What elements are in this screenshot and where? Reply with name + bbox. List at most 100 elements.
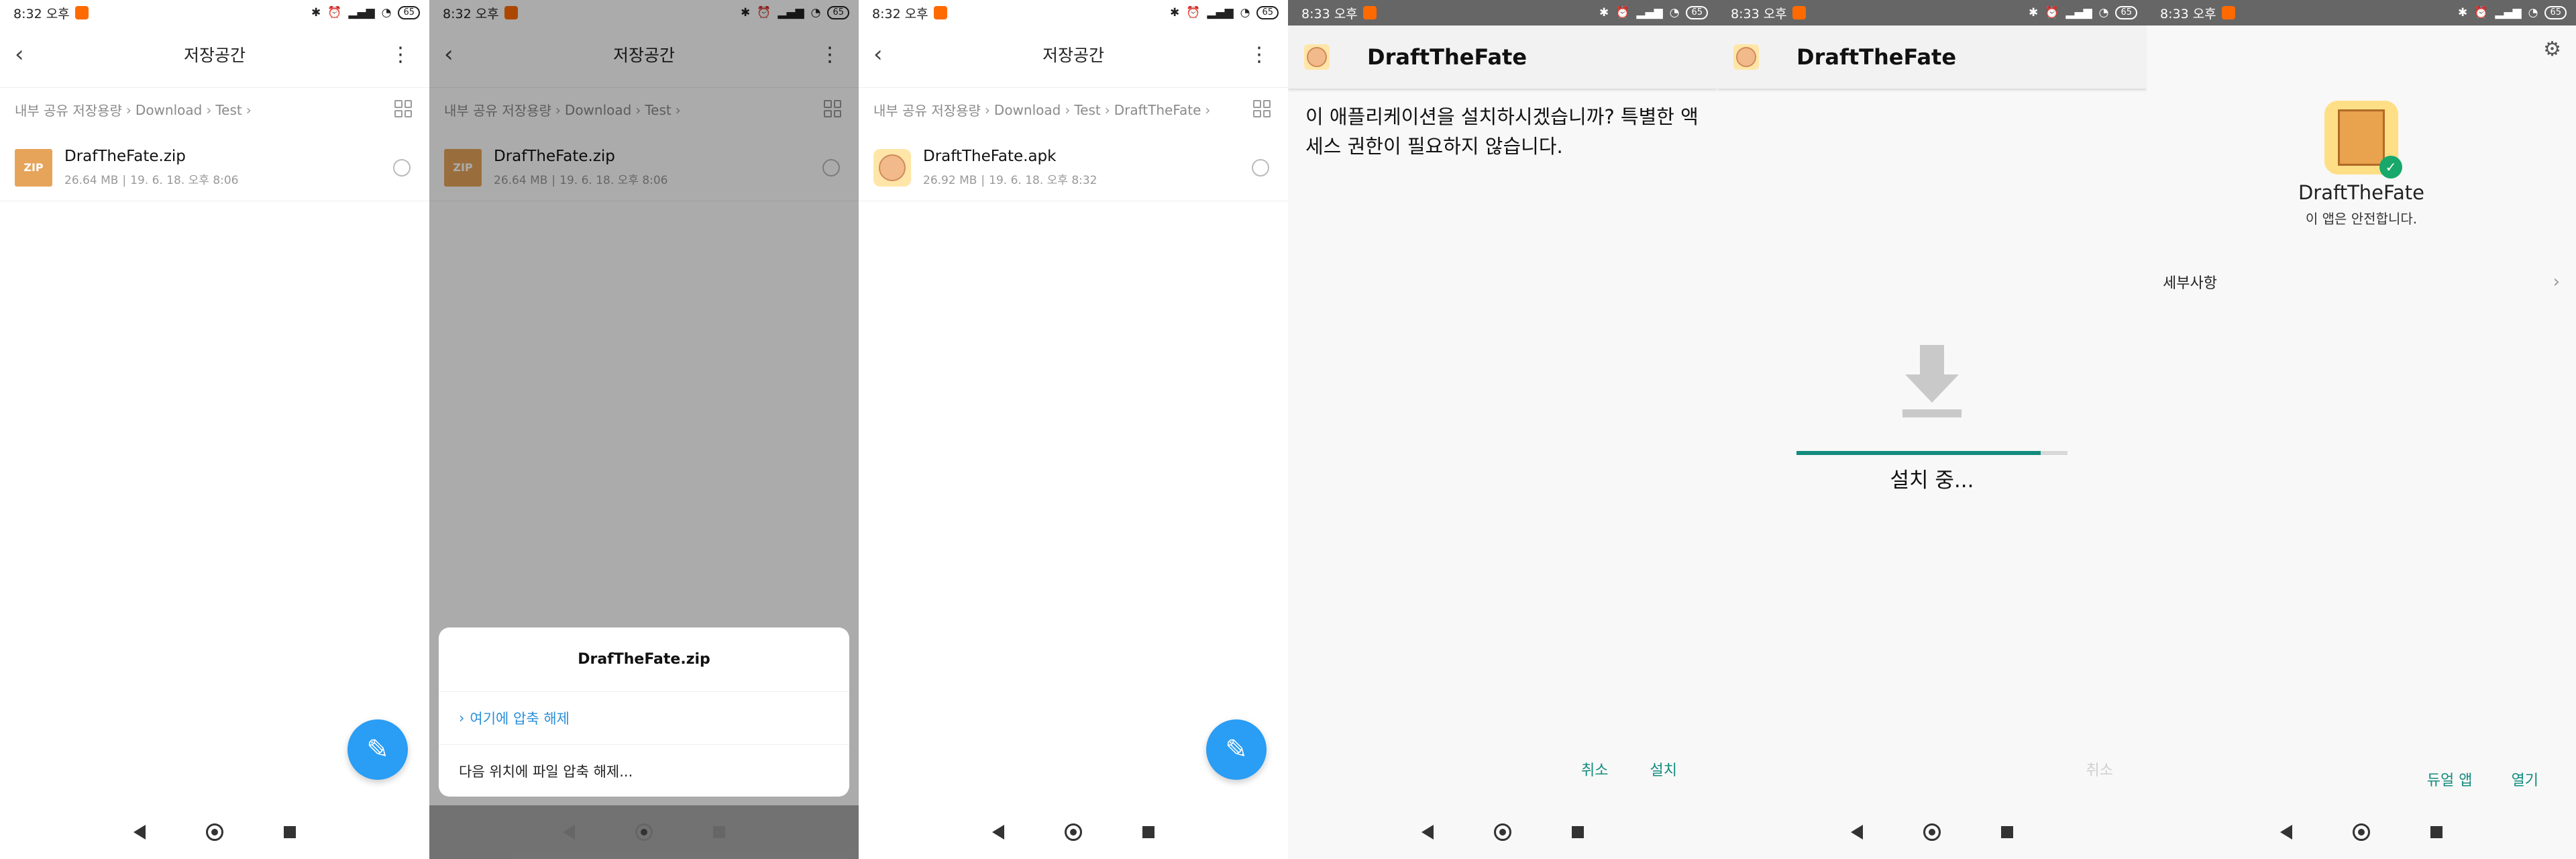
app-icon: ✓ [2324,101,2402,179]
nav-recent-icon[interactable] [2001,826,2013,838]
chevron-right-icon: › [125,101,131,118]
install-button[interactable]: 설치 [1650,758,1677,780]
app-icon [1304,44,1330,70]
app-bar: ‹ 저장공간 ⋮ [859,26,1288,83]
apk-app-icon [873,148,911,187]
nav-recent-icon[interactable] [284,826,296,838]
dual-app-button[interactable]: 듀얼 앱 [2427,768,2473,790]
page-title: 저장공간 [183,46,246,65]
notification-icon [74,6,89,19]
status-icons: ✱ ⏰ ▂▄▆ ◔ 65 [2458,6,2567,19]
breadcrumb-item[interactable]: 내부 공유 저장용량 [15,100,122,119]
back-arrow-icon[interactable]: ‹ [873,41,883,68]
nav-recent-icon[interactable] [2430,826,2443,838]
status-bar: 8:32 오후 ✱ ⏰ ▂▄▆ ◔ 65 [0,0,429,26]
breadcrumb-item[interactable]: Download [994,102,1061,118]
app-title: DraftTheFate [1796,44,1957,70]
file-size: 26.92 MB [923,174,977,187]
file-date: 19. 6. 18. 오후 8:32 [989,174,1097,187]
notification-icon [1362,6,1377,19]
wifi-icon: ◔ [1240,6,1250,19]
extract-here-option[interactable]: › 여기에 압축 해제 [439,692,849,745]
nav-back-icon[interactable] [992,825,1004,840]
select-checkbox[interactable] [1252,158,1269,176]
breadcrumb-item[interactable]: DraftTheFate [1114,102,1201,118]
nav-bar [0,805,429,859]
cancel-button[interactable]: 취소 [2086,758,2113,780]
install-message: 이 애플리케이션을 설치하시겠습니까? 특별한 액세스 권한이 필요하지 않습니… [1305,105,1699,158]
status-time: 8:33 오후 [1731,6,1787,21]
option-label: 여기에 압축 해제 [470,711,570,727]
file-row[interactable]: DraftTheFate.apk 26.92 MB | 19. 6. 18. 오후 … [859,134,1288,201]
file-name: DraftTheFate.apk [923,148,1057,165]
breadcrumb-item[interactable]: Test [1074,102,1100,118]
nav-recent-icon[interactable] [713,826,725,838]
open-button[interactable]: 열기 [2512,768,2538,790]
nav-back-icon[interactable] [1421,825,1434,840]
file-manager-apk-screen: 8:32 오후 ✱ ⏰ ▂▄▆ ◔ 65 ‹ 저장공간 ⋮ 내부 공유 저장용량 › Do… [859,0,1288,859]
chevron-right-icon: › [1205,101,1211,118]
nav-home-icon[interactable] [1065,823,1082,841]
nav-recent-icon[interactable] [1572,826,1584,838]
grid-view-icon[interactable] [394,100,412,117]
page-title: 저장공간 [1042,46,1104,65]
installing-screen: 8:33 오후 ✱ ⏰ ▂▄▆ ◔ 65 DraftTheFate 설치 중... 취소 [1717,0,2147,859]
wifi-icon: ◔ [1669,6,1680,19]
nav-back-icon[interactable] [133,825,146,840]
install-progress-bar [1796,451,2068,455]
app-bar: ‹ 저장공간 ⋮ [0,26,429,83]
status-icons: ✱ ⏰ ▂▄▆ ◔ 65 [1170,6,1279,19]
nav-home-icon[interactable] [635,823,653,841]
cleaner-fab-button[interactable]: ✎ [1206,719,1267,780]
file-manager-extract-screen: 8:32 오후 ✱ ⏰ ▂▄▆ ◔ 65 ‹ 저장공간 ⋮ 내부 공유 저장용량 › Do… [429,0,859,859]
details-row[interactable]: 세부사항 › [2163,268,2560,295]
more-options-icon[interactable]: ⋮ [390,43,411,66]
installer-header: DraftTheFate [1288,26,1717,89]
nav-home-icon[interactable] [1494,823,1511,841]
status-time: 8:32 오후 [13,6,70,21]
nav-bar [1288,805,1717,859]
breadcrumb-item[interactable]: Download [136,102,202,118]
nav-home-icon[interactable] [206,823,223,841]
signal-icon: ▂▄▆ [1636,6,1663,19]
status-icons: ✱ ⏰ ▂▄▆ ◔ 65 [1599,6,1708,19]
more-options-icon[interactable]: ⋮ [1249,43,1269,66]
nav-home-icon[interactable] [1923,823,1941,841]
cancel-button[interactable]: 취소 [1581,758,1608,780]
gear-icon[interactable]: ⚙ [2543,38,2561,61]
file-row[interactable]: ZIP DrafTheFate.zip 26.64 MB | 19. 6. 18. … [0,134,429,201]
nav-back-icon[interactable] [1851,825,1863,840]
install-actions: 취소 [2086,758,2113,780]
nav-back-icon[interactable] [2280,825,2292,840]
select-checkbox[interactable] [393,158,411,176]
installing-status: 설치 중... [1890,468,1974,493]
back-arrow-icon[interactable]: ‹ [15,41,24,68]
zip-file-icon: ZIP [15,148,52,187]
nav-recent-icon[interactable] [1142,826,1155,838]
install-complete-screen: 8:33 오후 ✱ ⏰ ▂▄▆ ◔ 65 ⚙ ✓ DraftTheFate 이 앱은 안… [2147,0,2576,859]
installer-header: DraftTheFate [1717,26,2147,89]
file-name: DrafTheFate.zip [64,148,186,165]
chevron-right-icon: › [1104,101,1110,118]
status-time: 8:33 오후 [1301,6,1358,21]
status-time: 8:33 오후 [2160,6,2216,21]
breadcrumb-item[interactable]: Test [215,102,241,118]
extract-to-option[interactable]: 다음 위치에 파일 압축 해제... [439,745,849,797]
nav-back-icon[interactable] [563,825,575,840]
nav-home-icon[interactable] [2353,823,2370,841]
grid-view-icon[interactable] [1253,100,1271,117]
breadcrumb-item[interactable]: 내부 공유 저장용량 [873,100,981,119]
notification-icon [933,6,947,19]
file-size: 26.64 MB [64,174,119,187]
breadcrumb: 내부 공유 저장용량 › Download › Test › DraftTheFate… [859,87,1288,132]
option-label: 다음 위치에 파일 압축 해제... [459,764,633,780]
battery-icon: 65 [2115,6,2137,19]
safety-status: 이 앱은 안전합니다. [2305,211,2418,227]
install-actions: 취소 설치 [1581,758,1677,780]
cleaner-fab-button[interactable]: ✎ [347,719,408,780]
chevron-right-icon: › [984,101,990,118]
bluetooth-icon: ✱ [2457,6,2468,19]
status-time: 8:32 오후 [872,6,928,21]
status-bar: 8:33 오후 ✱ ⏰ ▂▄▆ ◔ 65 [1717,0,2147,26]
chevron-right-icon: › [2553,272,2560,292]
